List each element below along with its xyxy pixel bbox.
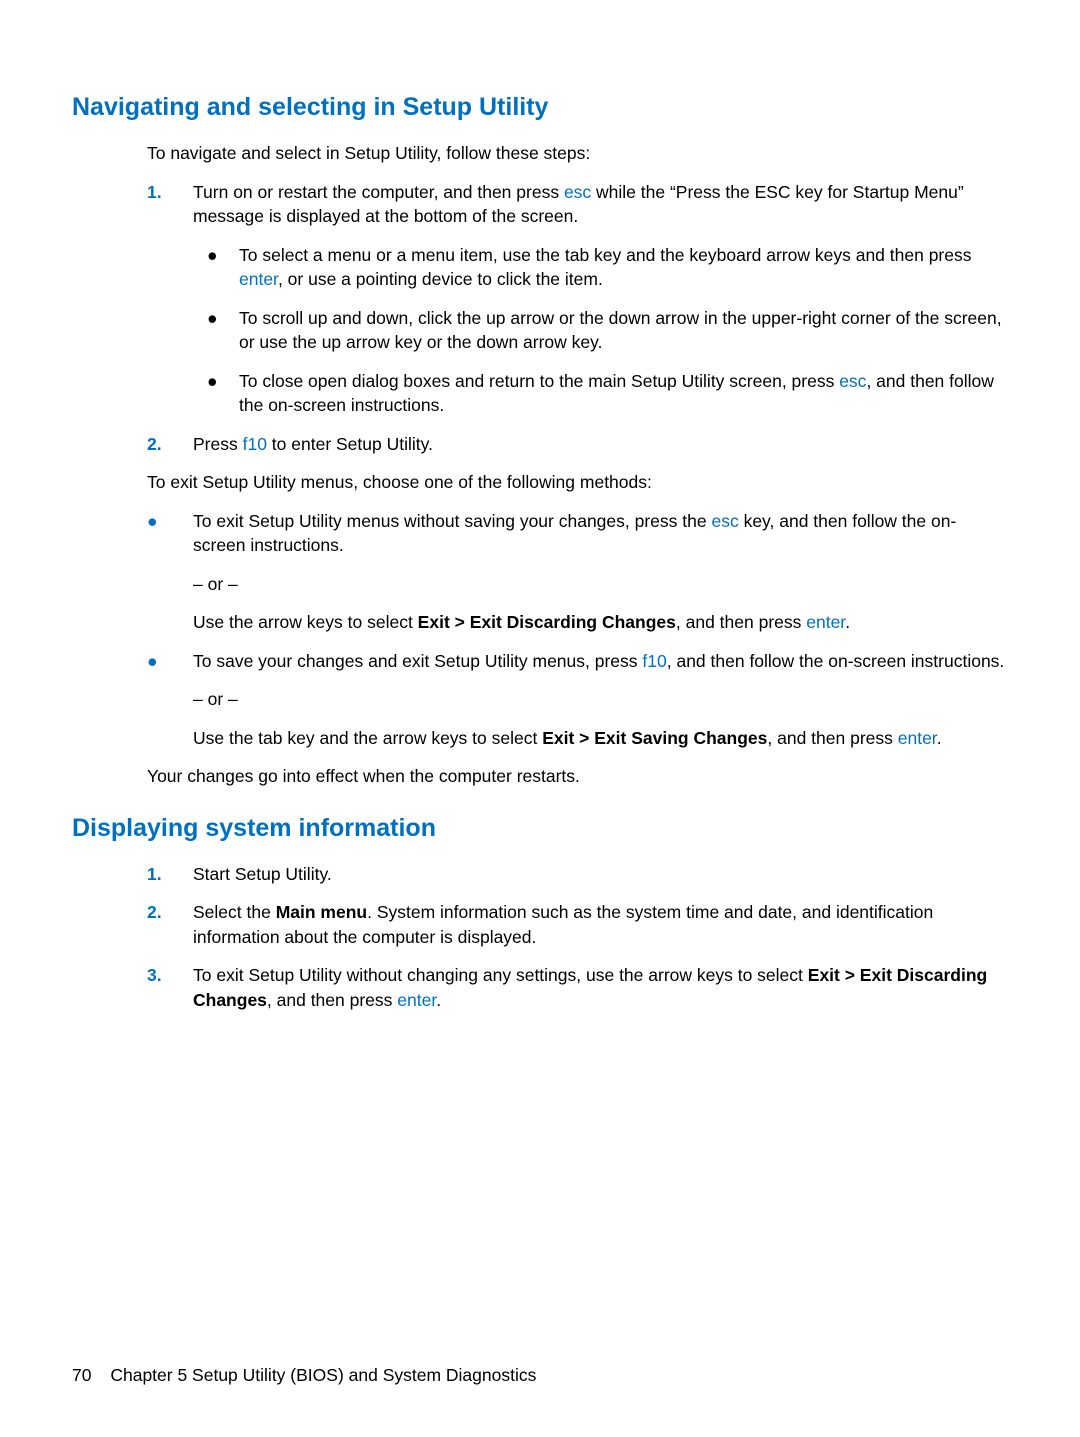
step-number: 3. xyxy=(147,963,162,988)
page-number: 70 xyxy=(72,1363,91,1388)
page-content: Navigating and selecting in Setup Utilit… xyxy=(72,90,1008,1320)
bullet-icon: ● xyxy=(207,306,218,331)
s2-step3-c: . xyxy=(436,990,441,1010)
bullet1-text-a: To select a menu or a menu item, use the… xyxy=(239,245,972,265)
section2-heading: Displaying system information xyxy=(72,811,1008,846)
or-separator: – or – xyxy=(193,572,1008,597)
exit-intro: To exit Setup Utility menus, choose one … xyxy=(147,470,1008,495)
esc-key: esc xyxy=(564,182,591,202)
bullet2-text: To scroll up and down, click the up arro… xyxy=(239,308,1002,353)
enter-key: enter xyxy=(806,612,845,632)
exit1-block: To exit Setup Utility menus without savi… xyxy=(193,509,1008,635)
e2-p1-b: , and then follow the on-screen instruct… xyxy=(667,651,1005,671)
e2-p1-a: To save your changes and exit Setup Util… xyxy=(193,651,642,671)
e2-p2-c: . xyxy=(937,728,942,748)
list-item: ● To save your changes and exit Setup Ut… xyxy=(147,649,1008,751)
step-number: 2. xyxy=(147,432,162,457)
section1-steps: 1. Turn on or restart the computer, and … xyxy=(147,180,1008,457)
chapter-label: Chapter 5 Setup Utility (BIOS) and Syste… xyxy=(110,1363,536,1388)
s2-step1-text: Start Setup Utility. xyxy=(193,864,332,884)
bullet-icon: ● xyxy=(207,243,218,268)
e1-p2-a: Use the arrow keys to select xyxy=(193,612,418,632)
bullet-icon: ● xyxy=(207,369,218,394)
list-item: ● To close open dialog boxes and return … xyxy=(193,369,1008,418)
bullet-icon: ● xyxy=(147,509,158,534)
list-item: ● To select a menu or a menu item, use t… xyxy=(193,243,1008,292)
step-2: 2. Select the Main menu. System informat… xyxy=(147,900,1008,949)
f10-key: f10 xyxy=(642,651,666,671)
step-number: 1. xyxy=(147,180,162,205)
section1-intro: To navigate and select in Setup Utility,… xyxy=(147,141,1008,166)
e2-p2: Use the tab key and the arrow keys to se… xyxy=(193,726,1008,751)
section2-steps: 1. Start Setup Utility. 2. Select the Ma… xyxy=(147,862,1008,1013)
step1-bullets: ● To select a menu or a menu item, use t… xyxy=(193,243,1008,418)
step-1: 1. Start Setup Utility. xyxy=(147,862,1008,887)
e1-p2: Use the arrow keys to select Exit > Exit… xyxy=(193,610,1008,635)
f10-key: f10 xyxy=(243,434,267,454)
step-1: 1. Turn on or restart the computer, and … xyxy=(147,180,1008,418)
step-number: 2. xyxy=(147,900,162,925)
e2-p2-b: , and then press xyxy=(767,728,897,748)
step-3: 3. To exit Setup Utility without changin… xyxy=(147,963,1008,1012)
step2-text-a: Press xyxy=(193,434,243,454)
section1-heading: Navigating and selecting in Setup Utilit… xyxy=(72,90,1008,125)
s2-step3-a: To exit Setup Utility without changing a… xyxy=(193,965,808,985)
e1-p2-b: , and then press xyxy=(676,612,806,632)
section1-closing: Your changes go into effect when the com… xyxy=(147,764,1008,789)
step1-text-a: Turn on or restart the computer, and the… xyxy=(193,182,564,202)
bullet-icon: ● xyxy=(147,649,158,674)
s2-step3-b: , and then press xyxy=(267,990,397,1010)
list-item: ● To exit Setup Utility menus without sa… xyxy=(147,509,1008,635)
step-number: 1. xyxy=(147,862,162,887)
exit2-block: To save your changes and exit Setup Util… xyxy=(193,649,1008,751)
esc-key: esc xyxy=(839,371,866,391)
e1-p2-bold: Exit > Exit Discarding Changes xyxy=(418,612,676,632)
step2-text-b: to enter Setup Utility. xyxy=(267,434,433,454)
esc-key: esc xyxy=(711,511,738,531)
list-item: ● To scroll up and down, click the up ar… xyxy=(193,306,1008,355)
e2-p2-bold: Exit > Exit Saving Changes xyxy=(542,728,767,748)
page-footer: 70 Chapter 5 Setup Utility (BIOS) and Sy… xyxy=(72,1363,536,1388)
exit-bullets: ● To exit Setup Utility menus without sa… xyxy=(147,509,1008,751)
e1-p1-a: To exit Setup Utility menus without savi… xyxy=(193,511,711,531)
s2-step2-bold: Main menu xyxy=(276,902,367,922)
bullet3-text-a: To close open dialog boxes and return to… xyxy=(239,371,839,391)
bullet1-text-b: , or use a pointing device to click the … xyxy=(278,269,603,289)
e1-p2-c: . xyxy=(845,612,850,632)
s2-step2-a: Select the xyxy=(193,902,276,922)
enter-key: enter xyxy=(239,269,278,289)
enter-key: enter xyxy=(898,728,937,748)
enter-key: enter xyxy=(397,990,436,1010)
step-2: 2. Press f10 to enter Setup Utility. xyxy=(147,432,1008,457)
e2-p2-a: Use the tab key and the arrow keys to se… xyxy=(193,728,542,748)
or-separator: – or – xyxy=(193,687,1008,712)
